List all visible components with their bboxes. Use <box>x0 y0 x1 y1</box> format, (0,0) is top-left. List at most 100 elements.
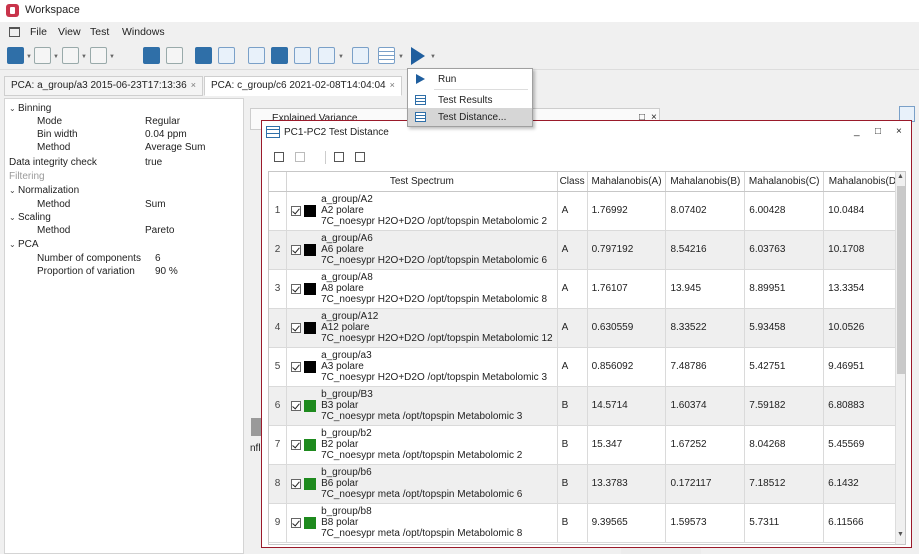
biplot-icon[interactable] <box>294 47 311 64</box>
chevron-down-icon[interactable]: ▼ <box>109 54 115 60</box>
class-cell: B <box>557 425 588 465</box>
table-row[interactable]: 7 b_group/b2 B2 polar 7C_noesypr meta /opt/… <box>269 425 905 465</box>
close-icon[interactable]: × <box>896 126 902 137</box>
mahalanobis-b-cell: 1.60374 <box>665 386 746 426</box>
spectrum-desc: 7C_noesypr meta /opt/topspin Metabolomic… <box>321 450 523 461</box>
row-checkbox[interactable] <box>291 361 302 372</box>
chevron-down-icon[interactable]: ▼ <box>338 54 344 60</box>
menu-windows[interactable]: Windows <box>122 26 165 38</box>
scroll-up-icon[interactable]: ▲ <box>897 173 904 180</box>
chevron-down-icon[interactable]: ▼ <box>430 54 436 60</box>
copy-icon[interactable] <box>334 152 344 162</box>
chevron-down-icon[interactable]: ▼ <box>53 54 59 60</box>
tree-node-pca[interactable]: ⌄ PCA <box>9 239 39 250</box>
table-row[interactable]: 3 a_group/A8 A8 polare 7C_noesypr H2O+D2O /… <box>269 269 905 309</box>
spectrum-cell[interactable]: b_group/b8 B8 polar 7C_noesypr meta /opt/t… <box>286 503 558 543</box>
table-row[interactable]: 8 b_group/b6 B6 polar 7C_noesypr meta /opt/… <box>269 464 905 504</box>
spectrum-name: A6 polare <box>321 244 364 255</box>
tab-pca-a3[interactable]: PCA: a_group/a3 2015-06-23T17:13:36 × <box>4 76 203 96</box>
chevron-down-icon[interactable]: ▼ <box>398 54 404 60</box>
row-number: 9 <box>269 503 288 543</box>
spectrum-cell[interactable]: a_group/a3 A3 polare 7C_noesypr H2O+D2O /o… <box>286 347 558 387</box>
spectrum-cell[interactable]: a_group/A12 A12 polare 7C_noesypr H2O+D2O … <box>286 308 558 348</box>
table-row[interactable]: 5 a_group/a3 A3 polare 7C_noesypr H2O+D2O /… <box>269 347 905 387</box>
panel-icon[interactable] <box>195 47 212 64</box>
row-checkbox[interactable] <box>291 478 302 489</box>
line-chart-icon[interactable] <box>352 47 369 64</box>
tree-value: 6 <box>155 253 161 264</box>
run-icon[interactable] <box>411 47 425 65</box>
menu-view[interactable]: View <box>58 26 81 38</box>
column-header[interactable]: Mahalanobis(B) <box>665 172 746 192</box>
column-header[interactable]: Test Spectrum <box>286 172 558 192</box>
spectrum-cell[interactable]: b_group/b6 B6 polar 7C_noesypr meta /opt/t… <box>286 464 558 504</box>
chevron-down-icon[interactable]: ▼ <box>26 54 32 60</box>
scores-plot-icon[interactable] <box>248 47 265 64</box>
spectrum-cell[interactable]: a_group/A2 A2 polare 7C_noesypr H2O+D2O /o… <box>286 191 558 231</box>
close-icon[interactable]: × <box>191 80 196 90</box>
list-icon[interactable] <box>218 47 235 64</box>
column-header[interactable]: Mahalanobis(A) <box>587 172 667 192</box>
menu-item-test-distance[interactable]: Test Distance... <box>408 108 532 126</box>
spectrum-cell[interactable]: b_group/b2 B2 polar 7C_noesypr meta /opt/t… <box>286 425 558 465</box>
delete-icon[interactable] <box>166 47 183 64</box>
spectrum-name: A12 polare <box>321 322 370 333</box>
chevron-down-icon[interactable]: ▼ <box>81 54 87 60</box>
close-icon[interactable]: × <box>390 80 395 90</box>
export-icon[interactable] <box>295 152 305 162</box>
save-icon[interactable] <box>274 152 284 162</box>
column-header[interactable]: Class <box>557 172 588 192</box>
spectrum-group: a_group/A8 <box>321 272 373 283</box>
minimize-icon[interactable]: _ <box>854 126 860 137</box>
tree-label: Proportion of variation <box>37 266 135 277</box>
tree-node-binning[interactable]: ⌄ Binning <box>9 103 51 114</box>
menu-test[interactable]: Test <box>90 26 109 38</box>
window-menu-icon[interactable] <box>9 27 20 37</box>
maximize-icon[interactable]: □ <box>875 126 881 137</box>
table-row[interactable]: 1 a_group/A2 A2 polare 7C_noesypr H2O+D2O /… <box>269 191 905 231</box>
scrollbar-thumb[interactable] <box>897 186 905 374</box>
tree-node-normalization[interactable]: ⌄ Normalization <box>9 185 79 196</box>
import-icon[interactable] <box>90 47 107 64</box>
row-checkbox[interactable] <box>291 439 302 450</box>
menu-file[interactable]: File <box>30 26 47 38</box>
row-checkbox[interactable] <box>291 244 302 255</box>
copy-all-icon[interactable] <box>355 152 365 162</box>
chevron-down-icon[interactable]: ⌄ <box>9 104 18 113</box>
table-row[interactable]: 2 a_group/A6 A6 polare 7C_noesypr H2O+D2O /… <box>269 230 905 270</box>
tree-node-scaling[interactable]: ⌄ Scaling <box>9 212 51 223</box>
row-checkbox[interactable] <box>291 205 302 216</box>
row-checkbox[interactable] <box>291 283 302 294</box>
tab-pca-c6[interactable]: PCA: c_group/c6 2021-02-08T14:04:04 × <box>204 76 402 96</box>
chevron-down-icon[interactable]: ⌄ <box>9 186 18 195</box>
loadings-plot-icon[interactable] <box>271 47 288 64</box>
chart-icon[interactable] <box>62 47 79 64</box>
spectrum-icon[interactable] <box>318 47 335 64</box>
spectrum-cell[interactable]: a_group/A8 A8 polare 7C_noesypr H2O+D2O /o… <box>286 269 558 309</box>
spectrum-cell[interactable]: b_group/B3 B3 polar 7C_noesypr meta /opt/t… <box>286 386 558 426</box>
menu-item-run[interactable]: Run <box>408 70 532 88</box>
scrollbar[interactable] <box>251 418 261 436</box>
scroll-down-icon[interactable]: ▼ <box>897 531 904 538</box>
edit-icon[interactable] <box>34 47 51 64</box>
chevron-down-icon[interactable]: ⌄ <box>9 213 18 222</box>
spectrum-cell[interactable]: a_group/A6 A6 polare 7C_noesypr H2O+D2O /o… <box>286 230 558 270</box>
save-icon[interactable] <box>143 47 160 64</box>
window-header[interactable]: PC1-PC2 Test Distance _ □ × <box>262 121 911 143</box>
row-checkbox[interactable] <box>291 322 302 333</box>
row-checkbox[interactable] <box>291 517 302 528</box>
row-checkbox[interactable] <box>291 400 302 411</box>
table-row[interactable]: 6 b_group/B3 B3 polar 7C_noesypr meta /opt/… <box>269 386 905 426</box>
table-row[interactable]: 4 a_group/A12 A12 polare 7C_noesypr H2O+D2O… <box>269 308 905 348</box>
column-header[interactable]: Mahalanobis(C) <box>744 172 825 192</box>
vertical-scrollbar[interactable]: ▲ ▼ <box>895 172 905 544</box>
menu-item-test-results[interactable]: Test Results <box>408 91 532 109</box>
spectrum-name: B6 polar <box>321 478 359 489</box>
spectrum-name: B8 polar <box>321 517 359 528</box>
chevron-down-icon[interactable]: ⌄ <box>9 240 18 249</box>
analysis-icon[interactable] <box>7 47 24 64</box>
table-row[interactable]: 9 b_group/b8 B8 polar 7C_noesypr meta /opt/… <box>269 503 905 543</box>
table-icon[interactable] <box>378 47 395 64</box>
mahalanobis-c-cell: 5.42751 <box>744 347 825 387</box>
column-header[interactable]: Mahalanobis(D) <box>823 172 905 192</box>
